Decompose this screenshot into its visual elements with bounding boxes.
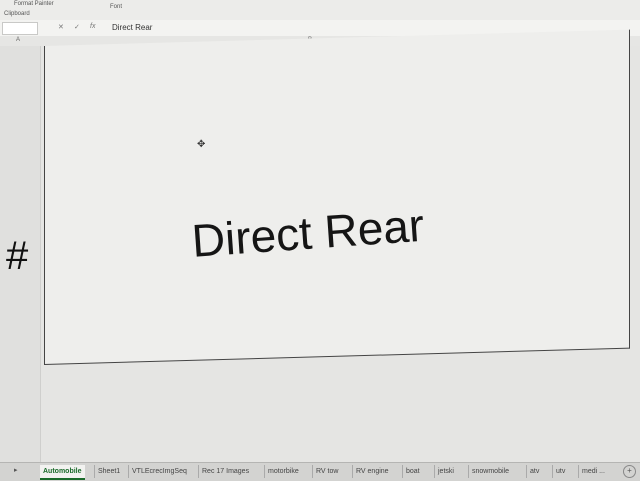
cell-a-value: #: [6, 234, 29, 278]
sheet-tab-automobile[interactable]: Automobile: [40, 465, 85, 480]
sheet-tab-motorbike[interactable]: motorbike: [264, 465, 302, 478]
enter-icon[interactable]: ✓: [74, 23, 80, 31]
sheet-tab-atv[interactable]: atv: [526, 465, 542, 478]
ribbon: Format Painter Clipboard Font: [0, 0, 640, 21]
sheet-tab-sheet1[interactable]: Sheet1: [94, 465, 123, 478]
cell-b-merged[interactable]: [44, 29, 630, 366]
font-group-label: Font: [110, 4, 123, 10]
formula-input[interactable]: Direct Rear: [112, 23, 152, 32]
clipboard-group-label: Clipboard: [4, 11, 30, 17]
sheet-tab-rv-tow[interactable]: RV tow: [312, 465, 341, 478]
sheet-tab-snowmobile[interactable]: snowmobile: [468, 465, 512, 478]
sheet-tab-vtlecrecimgseq[interactable]: VTLEcrecImgSeq: [128, 465, 190, 478]
name-box[interactable]: [2, 22, 38, 35]
sheet-tab-utv[interactable]: utv: [552, 465, 568, 478]
format-painter-button[interactable]: Format Painter: [14, 1, 54, 7]
worksheet-grid[interactable]: # ✥ Direct Rear: [0, 29, 640, 462]
insert-function-icon[interactable]: fx: [90, 23, 95, 30]
add-sheet-icon[interactable]: +: [623, 465, 636, 478]
sheet-tab-boat[interactable]: boat: [402, 465, 423, 478]
column-a[interactable]: #: [0, 46, 41, 462]
sheet-tab-rec-17-images[interactable]: Rec 17 Images: [198, 465, 252, 478]
cancel-icon[interactable]: ✕: [58, 23, 64, 31]
sheet-tab-jetski[interactable]: jetski: [434, 465, 457, 478]
mouse-cursor-icon: ✥: [197, 139, 206, 150]
scroll-tabs-right-icon[interactable]: ▸: [14, 466, 18, 474]
column-header-a[interactable]: A: [16, 37, 20, 43]
sheet-tab-rv-engine[interactable]: RV engine: [352, 465, 392, 478]
sheet-tabs-bar: ▸ Automobile Sheet1 VTLEcrecImgSeq Rec 1…: [0, 462, 640, 481]
sheet-tab-medi[interactable]: medi ...: [578, 465, 608, 478]
